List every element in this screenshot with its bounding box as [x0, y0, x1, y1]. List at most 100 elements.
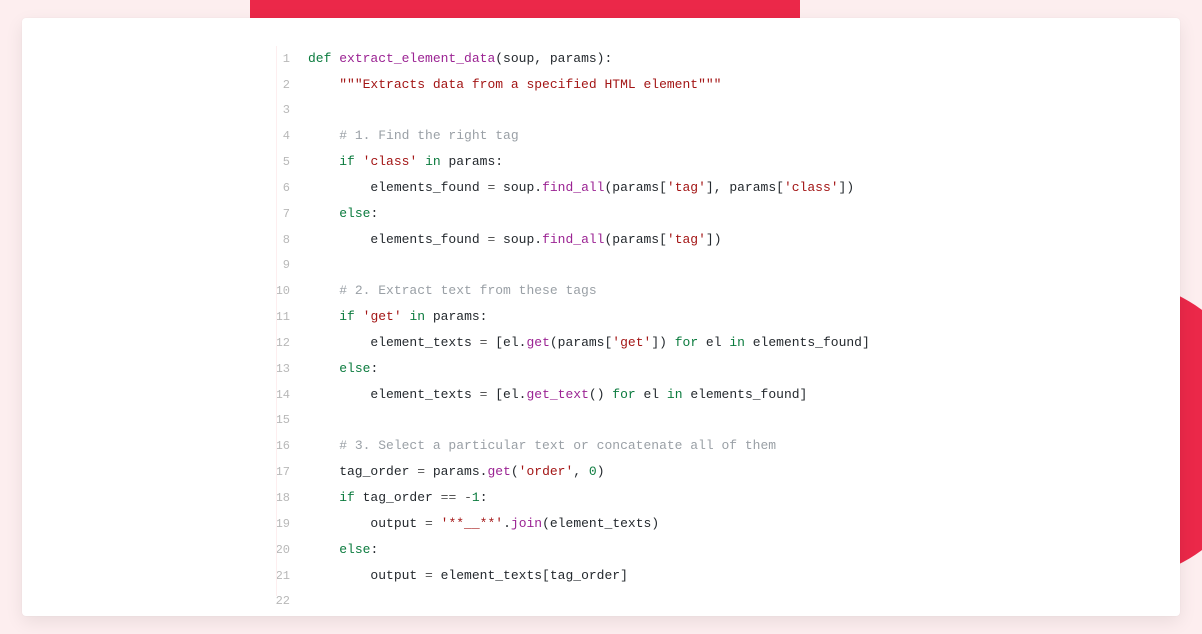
line-content: else:	[308, 356, 378, 381]
token: =	[425, 516, 433, 531]
code-line: 4 # 1. Find the right tag	[272, 123, 1180, 149]
line-content: elements_found = soup.find_all(params['t…	[308, 175, 854, 200]
code-line: 22	[272, 589, 1180, 614]
gutter-border	[276, 46, 277, 596]
token: 0	[589, 464, 597, 479]
token: for	[675, 335, 698, 350]
token: else	[339, 361, 370, 376]
token: params:	[441, 154, 503, 169]
token: el	[698, 335, 729, 350]
line-content: if tag_order == -1:	[308, 485, 488, 510]
line-number: 8	[272, 228, 308, 253]
token: get	[526, 335, 549, 350]
token: element_texts[tag_order]	[433, 568, 628, 583]
token: (	[511, 464, 519, 479]
token: find_all	[542, 180, 604, 195]
token: elements_found	[308, 180, 487, 195]
line-content: tag_order = params.get('order', 0)	[308, 459, 605, 484]
code-card: 1def extract_element_data(soup, params):…	[22, 18, 1180, 616]
code-line: 18 if tag_order == -1:	[272, 485, 1180, 511]
token: element_texts	[308, 387, 480, 402]
token: :	[370, 361, 378, 376]
token: ], params[	[706, 180, 784, 195]
code-line: 2 """Extracts data from a specified HTML…	[272, 72, 1180, 98]
line-content: elements_found = soup.find_all(params['t…	[308, 227, 722, 252]
token: in	[409, 309, 425, 324]
line-number: 20	[272, 538, 308, 563]
line-number: 19	[272, 512, 308, 537]
line-content: element_texts = [el.get_text() for el in…	[308, 382, 807, 407]
token: 'order'	[519, 464, 574, 479]
token: )	[597, 464, 605, 479]
token	[433, 516, 441, 531]
token: 'tag'	[667, 232, 706, 247]
line-number: 6	[272, 176, 308, 201]
line-content: if 'class' in params:	[308, 149, 503, 174]
token	[355, 309, 363, 324]
token: get	[487, 464, 510, 479]
token: (element_texts)	[542, 516, 659, 531]
token: params:	[425, 309, 487, 324]
token: soup.	[495, 180, 542, 195]
line-number: 3	[272, 98, 308, 123]
line-number: 10	[272, 279, 308, 304]
line-content: output = '**__**'.join(element_texts)	[308, 511, 659, 536]
token: =	[417, 464, 425, 479]
token: def	[308, 51, 331, 66]
token: (soup, params):	[495, 51, 612, 66]
line-number: 11	[272, 305, 308, 330]
line-content: def extract_element_data(soup, params):	[308, 46, 612, 71]
token: 'class'	[363, 154, 418, 169]
token: tag_order	[308, 464, 417, 479]
token: el	[636, 387, 667, 402]
token	[355, 154, 363, 169]
line-content: """Extracts data from a specified HTML e…	[308, 72, 721, 97]
code-line: 17 tag_order = params.get('order', 0)	[272, 459, 1180, 485]
token: params.	[425, 464, 487, 479]
token: '**__**'	[441, 516, 503, 531]
line-number: 23	[272, 615, 308, 616]
code-line: 1def extract_element_data(soup, params):	[272, 46, 1180, 72]
token	[308, 154, 339, 169]
token: ])	[706, 232, 722, 247]
token: ])	[839, 180, 855, 195]
token	[308, 283, 339, 298]
token: ])	[651, 335, 674, 350]
token: else	[339, 542, 370, 557]
token	[308, 438, 339, 453]
token	[308, 128, 339, 143]
token: elements_found]	[683, 387, 808, 402]
line-number: 18	[272, 486, 308, 511]
token: 'get'	[612, 335, 651, 350]
line-number: 1	[272, 47, 308, 72]
token: :	[370, 206, 378, 221]
line-number: 14	[272, 383, 308, 408]
token	[308, 206, 339, 221]
token: 'class'	[784, 180, 839, 195]
token	[308, 309, 339, 324]
token: [el.	[487, 387, 526, 402]
token: 1	[472, 490, 480, 505]
token: # 2. Extract text from these tags	[339, 283, 596, 298]
line-number: 17	[272, 460, 308, 485]
code-line: 15	[272, 408, 1180, 433]
line-content: else:	[308, 201, 378, 226]
token: [el.	[487, 335, 526, 350]
line-number: 12	[272, 331, 308, 356]
line-content: output = element_texts[tag_order]	[308, 563, 628, 588]
code-line: 16 # 3. Select a particular text or conc…	[272, 433, 1180, 459]
token: join	[511, 516, 542, 531]
token: -	[464, 490, 472, 505]
line-number: 22	[272, 589, 308, 614]
code-line: 9	[272, 253, 1180, 278]
code-line: 21 output = element_texts[tag_order]	[272, 563, 1180, 589]
code-line: 8 elements_found = soup.find_all(params[…	[272, 227, 1180, 253]
token: tag_order	[355, 490, 441, 505]
code-line: 7 else:	[272, 201, 1180, 227]
token: :	[370, 542, 378, 557]
line-content: # 1. Find the right tag	[308, 123, 519, 148]
token: if	[339, 309, 355, 324]
code-line: 6 elements_found = soup.find_all(params[…	[272, 175, 1180, 201]
code-line: 12 element_texts = [el.get(params['get']…	[272, 330, 1180, 356]
line-number: 15	[272, 408, 308, 433]
